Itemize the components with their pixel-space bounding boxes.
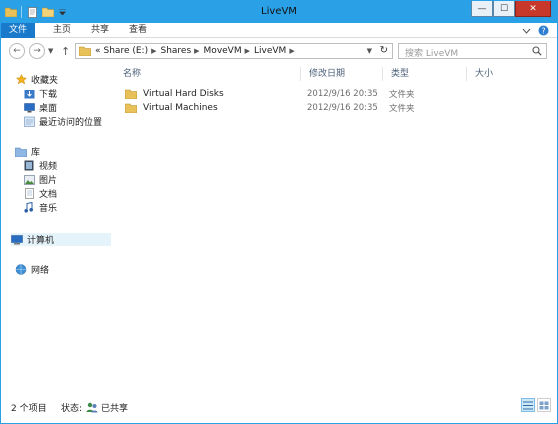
- sidebar-item-documents[interactable]: 文档: [23, 187, 57, 200]
- large-icons-view-icon: [539, 401, 549, 409]
- sidebar-item-computer[interactable]: 计算机: [11, 233, 111, 246]
- table-row[interactable]: Virtual Machines 2012/9/16 20:35 文件夹: [121, 101, 521, 115]
- close-button[interactable]: ✕: [515, 1, 551, 17]
- tab-file[interactable]: 文件: [1, 23, 35, 38]
- chevron-right-icon[interactable]: ▶: [194, 47, 199, 55]
- sidebar-item-desktop[interactable]: 桌面: [23, 101, 57, 114]
- sidebar-item-label: 图片: [39, 176, 58, 186]
- file-list: 名称 修改日期 类型 大小 Virtual Hard Disks 2012/9/…: [115, 63, 557, 393]
- address-history-dropdown-icon[interactable]: ▼: [367, 47, 372, 55]
- video-icon: [23, 160, 35, 171]
- back-button[interactable]: ←: [9, 43, 25, 59]
- music-icon: [23, 202, 35, 213]
- network-icon: [15, 264, 27, 275]
- navigation-pane: 收藏夹 下载 桌面 最近访问的位置 库 视频 图片 文档 音乐 计算机 网络: [1, 63, 114, 393]
- search-placeholder: 搜索 LiveVM: [405, 49, 459, 59]
- sidebar-item-label: 库: [31, 148, 41, 158]
- share-state: 状态: 已共享: [61, 401, 128, 414]
- details-view-icon: [523, 401, 533, 409]
- folder-icon: [79, 46, 91, 56]
- file-name: Virtual Machines: [143, 103, 218, 113]
- sidebar-item-label: 音乐: [39, 204, 58, 214]
- shared-users-icon: [86, 402, 98, 413]
- breadcrumb-overflow[interactable]: «: [95, 46, 101, 56]
- sidebar-item-music[interactable]: 音乐: [23, 201, 57, 214]
- item-count: 2 个项目: [11, 404, 47, 414]
- up-arrow-icon[interactable]: ↑: [61, 45, 70, 58]
- column-header-type[interactable]: 类型: [383, 67, 467, 81]
- explorer-window: LiveVM — ☐ ✕ 文件 主页 共享 查看 ? ← → ▼ ↑ « Sha…: [0, 0, 558, 424]
- file-modified: 2012/9/16 20:35: [307, 89, 378, 99]
- minimize-button[interactable]: —: [471, 1, 493, 17]
- chevron-right-icon[interactable]: ▶: [245, 47, 250, 55]
- breadcrumb-movevm[interactable]: MoveVM: [204, 46, 242, 56]
- breadcrumb-livevm[interactable]: LiveVM: [254, 46, 286, 56]
- sidebar-item-label: 网络: [31, 266, 50, 276]
- sidebar-item-downloads[interactable]: 下载: [23, 87, 57, 100]
- recent-places-icon: [23, 116, 35, 127]
- forward-button[interactable]: →: [29, 43, 45, 59]
- folder-icon: [125, 103, 137, 113]
- recent-locations-dropdown-icon[interactable]: ▼: [48, 47, 53, 55]
- svg-text:?: ?: [541, 27, 545, 36]
- file-name: Virtual Hard Disks: [143, 89, 224, 99]
- tab-share[interactable]: 共享: [85, 23, 115, 38]
- column-header-size[interactable]: 大小: [467, 67, 523, 81]
- folder-icon: [125, 89, 137, 99]
- file-type: 文件夹: [389, 90, 415, 100]
- tab-view[interactable]: 查看: [123, 23, 153, 38]
- sidebar-item-libraries[interactable]: 库: [15, 145, 40, 158]
- sidebar-item-videos[interactable]: 视频: [23, 159, 57, 172]
- address-row: ← → ▼ ↑ « Share (E:) ▶ Shares ▶ MoveVM ▶…: [1, 39, 557, 63]
- sidebar-item-recent-places[interactable]: 最近访问的位置: [23, 115, 102, 128]
- tab-home[interactable]: 主页: [47, 23, 77, 38]
- file-modified: 2012/9/16 20:35: [307, 103, 378, 113]
- chevron-right-icon[interactable]: ▶: [151, 47, 156, 55]
- maximize-button[interactable]: ☐: [493, 1, 515, 17]
- sidebar-item-network[interactable]: 网络: [15, 263, 49, 276]
- large-icons-view-button[interactable]: [537, 398, 551, 412]
- sidebar-item-label: 收藏夹: [31, 76, 59, 86]
- star-icon: [15, 74, 27, 85]
- breadcrumb-drive[interactable]: Share (E:): [104, 46, 149, 56]
- desktop-icon: [23, 102, 35, 113]
- address-bar[interactable]: « Share (E:) ▶ Shares ▶ MoveVM ▶ LiveVM …: [75, 43, 393, 59]
- ribbon-controls: ?: [521, 25, 549, 36]
- sidebar-item-label: 桌面: [39, 104, 58, 114]
- library-icon: [15, 146, 27, 157]
- view-switcher: [521, 398, 551, 412]
- expand-ribbon-icon[interactable]: [521, 25, 532, 36]
- back-arrow-icon: ←: [13, 46, 21, 56]
- details-view-button[interactable]: [521, 398, 535, 412]
- sidebar-item-pictures[interactable]: 图片: [23, 173, 57, 186]
- sidebar-item-label: 视频: [39, 162, 58, 172]
- state-label: 状态:: [61, 404, 83, 414]
- window-controls: — ☐ ✕: [471, 1, 551, 17]
- sidebar-item-label: 计算机: [27, 236, 55, 246]
- picture-icon: [23, 174, 35, 185]
- sidebar-item-favorites[interactable]: 收藏夹: [15, 73, 58, 86]
- search-icon[interactable]: [532, 46, 542, 59]
- download-folder-icon: [23, 88, 35, 99]
- sidebar-item-label: 文档: [39, 190, 58, 200]
- state-value: 已共享: [101, 404, 129, 414]
- column-header-name[interactable]: 名称: [115, 67, 301, 81]
- title-bar[interactable]: LiveVM — ☐ ✕: [1, 1, 557, 23]
- status-bar: 2 个项目 状态: 已共享: [1, 395, 557, 423]
- column-header-modified[interactable]: 修改日期: [301, 67, 383, 81]
- chevron-right-icon[interactable]: ▶: [289, 47, 294, 55]
- file-type: 文件夹: [389, 104, 415, 114]
- ribbon-tabs: 文件 主页 共享 查看 ?: [1, 23, 557, 38]
- help-icon[interactable]: ?: [538, 25, 549, 36]
- computer-icon: [11, 234, 23, 245]
- sidebar-item-label: 下载: [39, 90, 58, 100]
- forward-arrow-icon: →: [33, 46, 41, 56]
- sidebar-item-label: 最近访问的位置: [39, 118, 103, 128]
- search-input[interactable]: 搜索 LiveVM: [398, 43, 547, 59]
- table-row[interactable]: Virtual Hard Disks 2012/9/16 20:35 文件夹: [121, 87, 521, 101]
- document-icon: [23, 188, 35, 199]
- refresh-icon[interactable]: ↻: [380, 45, 388, 56]
- breadcrumb-shares[interactable]: Shares: [160, 46, 191, 56]
